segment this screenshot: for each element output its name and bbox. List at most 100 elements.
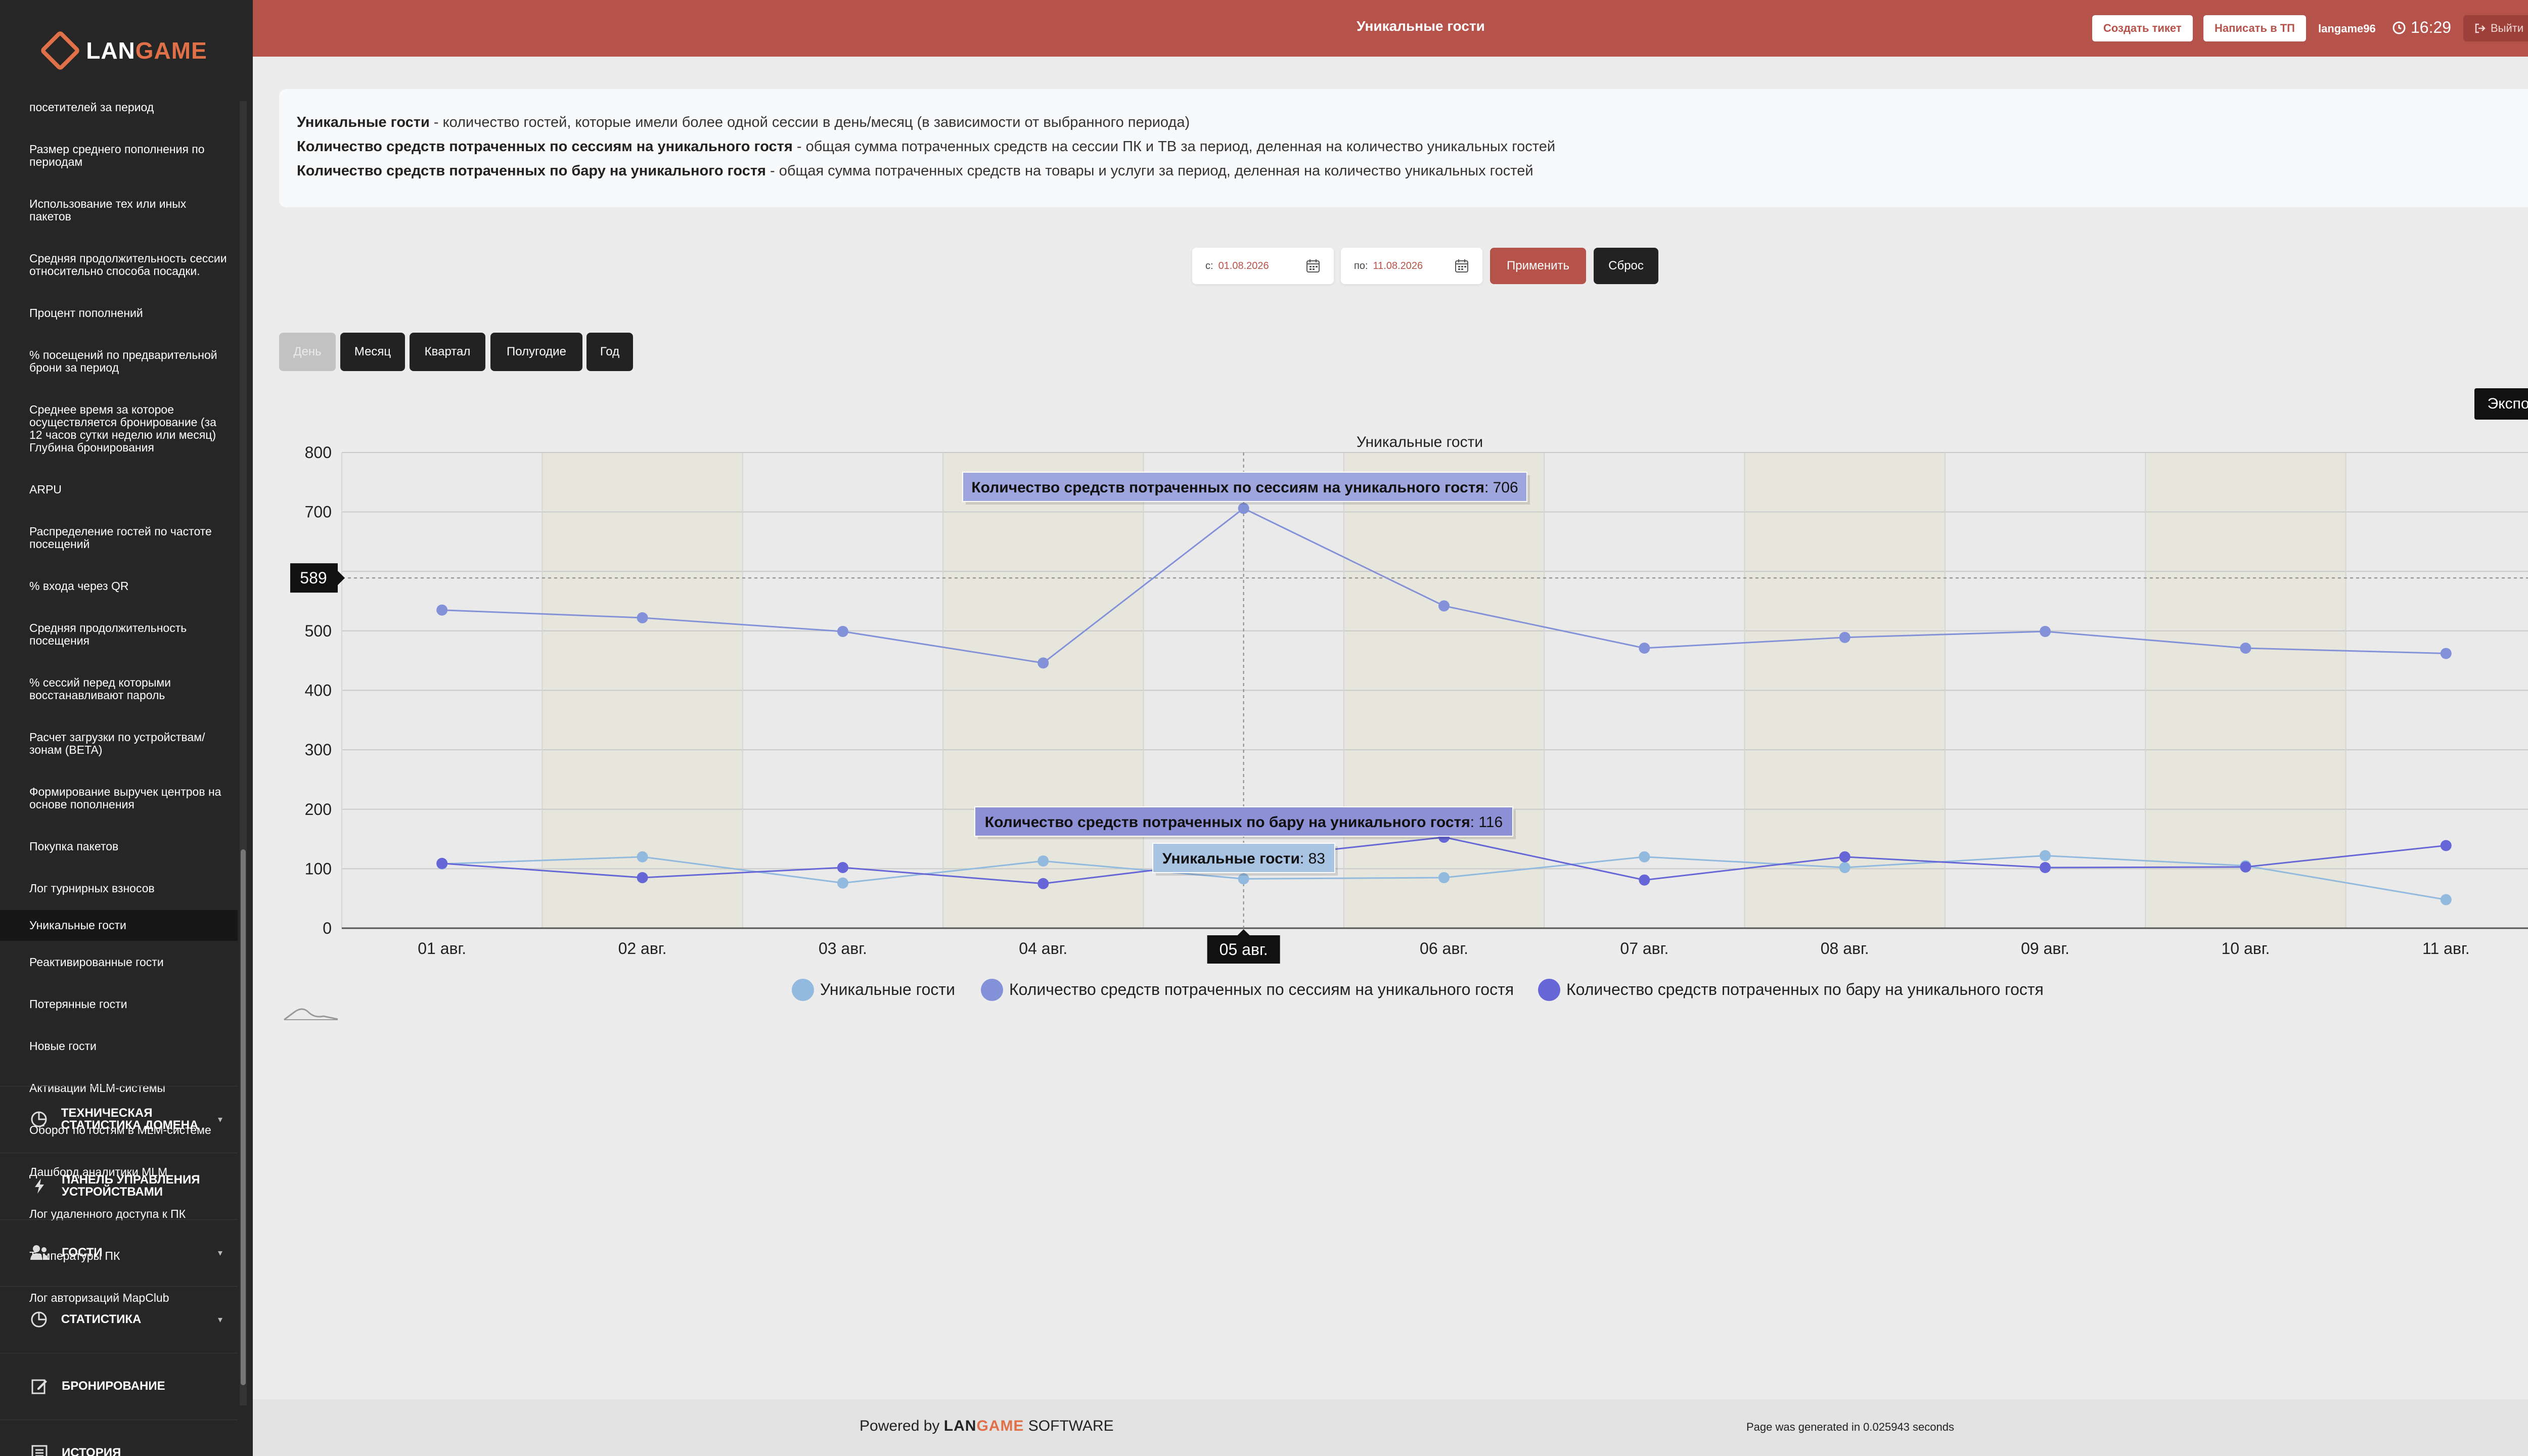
data-point: [637, 851, 648, 862]
tooltip-separator: :: [1300, 850, 1308, 867]
data-point: [2040, 850, 2051, 861]
unique-guests-chart: Уникальные гости 0100200300400500700800 …: [284, 434, 2528, 1021]
crosshair-y-label: 589: [300, 569, 327, 587]
x-tick-label: 07 авг.: [1620, 939, 1668, 958]
footer-logo: LANGAME: [943, 1418, 1024, 1434]
data-point: [2440, 894, 2452, 905]
y-tick-label: 800: [305, 443, 332, 462]
x-tick-label: 01 авг.: [418, 939, 466, 958]
y-tick-label: 700: [305, 503, 332, 521]
data-point: [2040, 862, 2051, 874]
data-point: [1438, 872, 1450, 884]
data-point: [837, 862, 848, 874]
chart-zoom-icon[interactable]: [284, 1008, 338, 1021]
tooltip-text: Количество средств потраченных по сессия…: [971, 479, 1518, 496]
y-tick-label: 200: [305, 800, 332, 818]
data-point: [2440, 648, 2452, 659]
data-point: [1839, 851, 1850, 862]
tooltip-series-name: Уникальные гости: [1162, 850, 1300, 867]
data-point: [1438, 600, 1450, 612]
legend-item[interactable]: Количество средств потраченных по бару н…: [1538, 979, 2044, 1001]
chart-tooltip: Уникальные гости: 83: [1152, 843, 1338, 876]
legend-marker: [981, 979, 1003, 1001]
sidebar-group[interactable]: Панель управления устройствами: [0, 1153, 238, 1219]
sidebar-group[interactable]: Техническая статистика домена ▾: [0, 1086, 238, 1152]
legend-marker: [792, 979, 814, 1001]
data-point: [637, 872, 648, 884]
y-tick-label: 400: [305, 681, 332, 700]
sidebar-group[interactable]: Гости ▾: [0, 1219, 238, 1286]
y-tick-label: 100: [305, 859, 332, 878]
x-tick-label: 11 авг.: [2422, 939, 2470, 958]
edit-icon: [29, 1376, 50, 1396]
data-point: [1639, 851, 1650, 862]
data-point: [2440, 840, 2452, 851]
data-point: [837, 877, 848, 889]
x-tick-label: 04 авг.: [1019, 939, 1067, 958]
sidebar-group-label: Бронирование: [62, 1379, 165, 1393]
crosshair-x-label: 05 авг.: [1220, 940, 1268, 959]
data-point: [436, 604, 448, 616]
tooltip-value: 83: [1308, 850, 1325, 867]
chevron-down-icon: ▾: [217, 1114, 222, 1124]
legend-item[interactable]: Уникальные гости: [792, 979, 955, 1001]
footer-generation-time: Page was generated in 0.025943 seconds: [1746, 1421, 1954, 1433]
tooltip-series-name: Количество средств потраченных по бару н…: [985, 814, 1470, 831]
chart-title: Уникальные гости: [1357, 434, 1483, 450]
users-icon: [29, 1243, 50, 1263]
x-tick-label: 02 авг.: [618, 939, 667, 958]
footer: Powered by LANGAME SOFTWARE Page was gen…: [253, 1399, 2528, 1456]
chart-pie-icon: [29, 1309, 49, 1330]
data-point: [1037, 657, 1049, 669]
legend-item[interactable]: Количество средств потраченных по сессия…: [981, 979, 1514, 1001]
sidebar-group-label: Статистика: [61, 1312, 142, 1326]
x-tick-label: 08 авг.: [1821, 939, 1869, 958]
chart-tooltip: Количество средств потраченных по сессия…: [962, 472, 1530, 505]
y-tick-label: 500: [305, 622, 332, 640]
tooltip-separator: :: [1470, 814, 1479, 831]
x-tick-label: 06 авг.: [1420, 939, 1468, 958]
footer-powered-by: Powered by LANGAME SOFTWARE: [860, 1418, 1114, 1434]
sidebar-group-label: Гости: [62, 1246, 103, 1259]
y-tick-label: 300: [305, 741, 332, 759]
data-point: [2240, 642, 2251, 654]
legend-label: Количество средств потраченных по бару н…: [1566, 980, 2044, 998]
y-tick-label: 0: [323, 919, 332, 937]
data-point: [1839, 862, 1850, 874]
x-tick-label: 03 авг.: [819, 939, 867, 958]
data-point: [1037, 855, 1049, 867]
tooltip-text: Уникальные гости: 83: [1162, 850, 1325, 867]
crosshair-x-label-arrow: [1237, 929, 1250, 935]
tooltip-separator: :: [1484, 479, 1493, 496]
data-point: [2240, 861, 2251, 873]
chart-pie-icon: [29, 1109, 49, 1129]
sidebar-group[interactable]: История: [0, 1420, 238, 1456]
list-icon: [29, 1443, 50, 1456]
tooltip-value: 706: [1493, 479, 1518, 496]
data-point: [2040, 626, 2051, 638]
data-point: [436, 857, 448, 869]
x-tick-label: 09 авг.: [2021, 939, 2069, 958]
data-point: [1037, 878, 1049, 889]
lightning-icon: [29, 1176, 50, 1196]
data-point: [637, 612, 648, 623]
sidebar-group-label: Панель управления устройствами: [62, 1173, 200, 1199]
tooltip-text: Количество средств потраченных по бару н…: [985, 814, 1503, 831]
legend-label: Уникальные гости: [820, 980, 955, 998]
data-point: [1839, 631, 1850, 643]
sidebar-group[interactable]: Статистика ▾: [0, 1286, 238, 1352]
sidebar-group-label: История: [62, 1446, 121, 1456]
chart-tooltip: Количество средств потраченных по бару н…: [974, 806, 1516, 839]
sidebar-group[interactable]: Бронирование: [0, 1353, 238, 1419]
legend-marker: [1538, 979, 1560, 1001]
x-tick-label: 10 авг.: [2221, 939, 2270, 958]
data-point: [837, 626, 848, 638]
legend-label: Количество средств потраченных по сессия…: [1009, 980, 1514, 998]
data-point: [1639, 874, 1650, 886]
data-point: [1639, 642, 1650, 654]
sidebar-group-label: Техническая статистика домена: [61, 1106, 199, 1132]
tooltip-series-name: Количество средств потраченных по сессия…: [971, 479, 1484, 496]
chevron-down-icon: ▾: [217, 1314, 222, 1325]
chevron-down-icon: ▾: [217, 1247, 222, 1258]
tooltip-value: 116: [1478, 814, 1503, 831]
